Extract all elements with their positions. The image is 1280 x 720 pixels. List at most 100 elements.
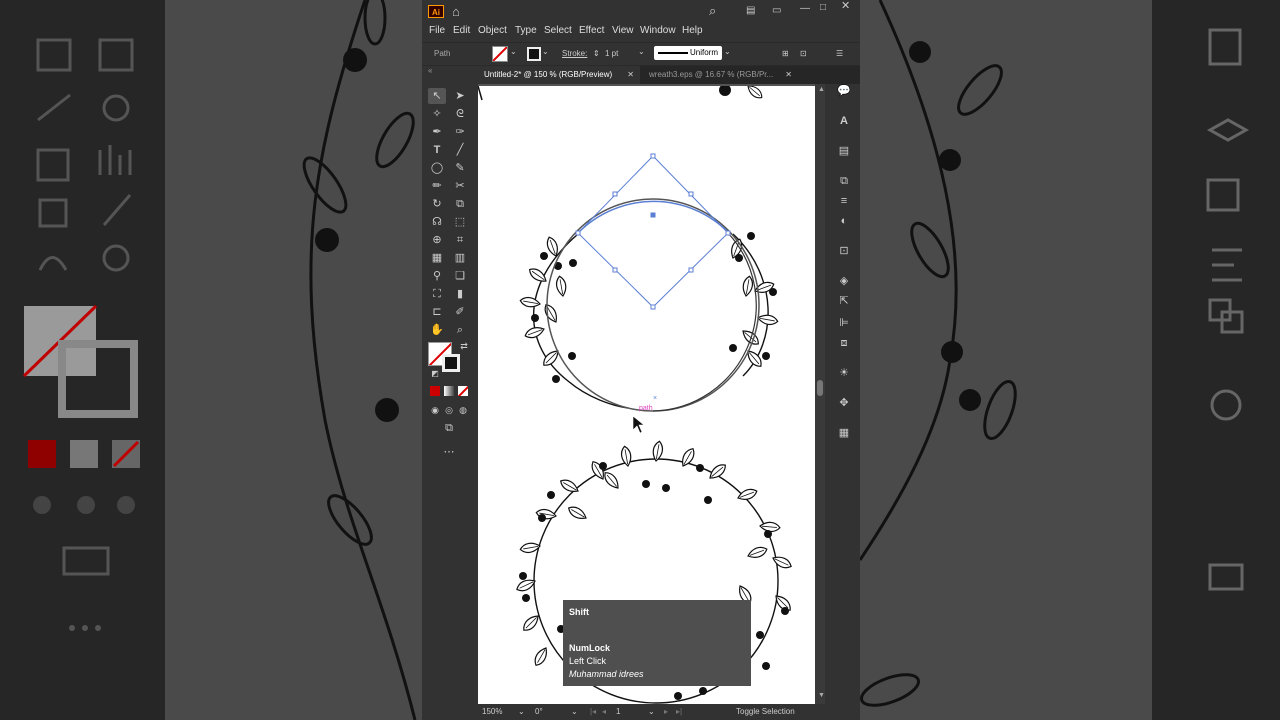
warp-tool-icon[interactable]: ☊ [428, 214, 446, 230]
color-mode-button[interactable] [430, 386, 440, 396]
tab-close-icon[interactable]: ✕ [627, 66, 634, 84]
artboard-dropdown-icon[interactable]: ⌄ [648, 707, 655, 716]
transparency-panel-icon[interactable]: ◐ [837, 214, 851, 228]
line-tool-icon[interactable]: ╱ [451, 142, 469, 158]
minimize-icon[interactable]: — [800, 2, 810, 15]
menu-file[interactable]: File [429, 25, 445, 36]
symbol-sprayer-tool-icon[interactable]: ⛶ [428, 286, 446, 302]
tab-wreath3[interactable]: wreath3.eps @ 16.67 % (RGB/Pr... ✕ [643, 66, 798, 84]
pen-tool-icon[interactable]: ✒ [428, 124, 446, 140]
previous-artboard-icon[interactable]: ◂ [602, 707, 606, 716]
last-artboard-icon[interactable]: ▸| [676, 707, 682, 716]
mesh-tool-icon[interactable]: ▦ [428, 250, 446, 266]
scroll-up-icon[interactable]: ▲ [818, 86, 825, 93]
stroke-color-box[interactable] [442, 354, 460, 372]
comments-icon[interactable]: 💬 [837, 84, 851, 98]
maximize-icon[interactable]: □ [820, 1, 826, 14]
character-panel-icon[interactable]: A [837, 114, 851, 128]
more-options-icon[interactable]: ☰ [836, 49, 843, 58]
gradient-tool-icon[interactable]: ▥ [451, 250, 469, 266]
rotation-dropdown-icon[interactable]: ⌄ [571, 707, 578, 716]
menu-object[interactable]: Object [478, 25, 507, 36]
scale-tool-icon[interactable]: ⧉ [451, 196, 469, 212]
rotate-tool-icon[interactable]: ↻ [428, 196, 446, 212]
collapse-toolbar-icon[interactable]: « [428, 66, 432, 75]
edit-toolbar-icon[interactable]: ⋯ [440, 444, 458, 460]
menu-help[interactable]: Help [682, 25, 703, 36]
none-mode-button[interactable] [458, 386, 468, 396]
default-colors-icon[interactable]: ◩ [426, 366, 444, 382]
rotation-value[interactable]: 0° [535, 707, 543, 716]
libraries-icon[interactable]: ▤ [837, 144, 851, 158]
align-panel-icon[interactable]: ⊫ [837, 316, 851, 330]
selection-bounding-box[interactable] [575, 153, 731, 310]
menu-effect[interactable]: Effect [579, 25, 604, 36]
stroke-panel-icon[interactable]: ≡ [837, 194, 851, 208]
direct-selection-tool-icon[interactable]: ➤ [451, 88, 469, 104]
curvature-tool-icon[interactable]: ✑ [451, 124, 469, 140]
screen-mode-icon[interactable]: ⧉ [440, 420, 458, 436]
paintbrush-tool-icon[interactable]: ✎ [451, 160, 469, 176]
ellipse-tool-icon[interactable]: ◯ [428, 160, 446, 176]
type-tool-icon[interactable]: T [428, 142, 446, 158]
pathfinder-icon[interactable]: ⧈ [837, 336, 851, 350]
shape-builder-tool-icon[interactable]: ⊕ [428, 232, 446, 248]
menu-window[interactable]: Window [640, 25, 676, 36]
tab-untitled-2[interactable]: Untitled-2* @ 150 % (RGB/Preview) ✕ [478, 66, 640, 84]
search-icon[interactable]: ⌕ [709, 4, 716, 17]
tab-close-icon[interactable]: ✕ [785, 66, 792, 84]
stroke-stepper-icon[interactable]: ⇕ [593, 49, 600, 58]
stroke-weight-dropdown-icon[interactable]: ⌄ [638, 47, 645, 56]
slice-tool-icon[interactable]: ✐ [451, 304, 469, 320]
align-icon[interactable]: ⊞ [782, 49, 789, 58]
gradient-mode-button[interactable] [444, 386, 454, 396]
artboard-number[interactable]: 1 [616, 707, 620, 716]
stroke-swatch[interactable] [527, 47, 541, 61]
vertical-scrollbar[interactable]: ▲ ▼ [815, 84, 825, 704]
next-artboard-icon[interactable]: ▸ [664, 707, 668, 716]
menu-select[interactable]: Select [544, 25, 572, 36]
swap-colors-icon[interactable]: ⇄ [455, 338, 473, 354]
close-icon[interactable]: ✕ [841, 0, 850, 13]
hand-tool-icon[interactable]: ✋ [428, 322, 446, 338]
fill-dropdown-icon[interactable]: ⌄ [510, 47, 517, 56]
zoom-tool-icon[interactable]: ⌕ [451, 322, 469, 338]
first-artboard-icon[interactable]: |◂ [590, 707, 596, 716]
menu-edit[interactable]: Edit [453, 25, 470, 36]
appearance-icon[interactable]: ☀ [837, 366, 851, 380]
fill-swatch[interactable] [492, 46, 508, 62]
magic-wand-tool-icon[interactable]: ✧ [428, 106, 446, 122]
workspace-icon[interactable]: ▭ [772, 4, 781, 17]
properties-icon[interactable]: ⊡ [837, 244, 851, 258]
zoom-dropdown-icon[interactable]: ⌄ [518, 707, 525, 716]
pencil-tool-icon[interactable]: ✏ [428, 178, 446, 194]
draw-inside-icon[interactable]: ◍ [454, 402, 472, 418]
zoom-level[interactable]: 150% [482, 707, 502, 716]
menu-type[interactable]: Type [515, 25, 537, 36]
blend-tool-icon[interactable]: ❏ [451, 268, 469, 284]
layers-icon[interactable]: ◈ [837, 274, 851, 288]
artboard-tool-icon[interactable]: ⊏ [428, 304, 446, 320]
stroke-weight-value[interactable]: 1 pt [605, 49, 618, 58]
stroke-label[interactable]: Stroke: [562, 49, 587, 58]
transform-icon[interactable]: ⊡ [800, 49, 807, 58]
asset-export-icon[interactable]: ⧉ [837, 174, 851, 188]
export-icon[interactable]: ⇱ [837, 294, 851, 308]
free-transform-tool-icon[interactable]: ⬚ [451, 214, 469, 230]
gradient-panel-icon[interactable]: ▦ [837, 426, 851, 440]
stroke-dropdown-icon[interactable]: ⌄ [542, 47, 549, 56]
scissors-tool-icon[interactable]: ✂ [451, 178, 469, 194]
selection-tool-icon[interactable]: ↖ [428, 88, 446, 104]
menu-view[interactable]: View [612, 25, 634, 36]
profile-dropdown-icon[interactable]: ⌄ [724, 47, 731, 56]
lasso-tool-icon[interactable]: ᘓ [451, 106, 469, 122]
scroll-down-icon[interactable]: ▼ [818, 692, 825, 699]
eyedropper-tool-icon[interactable]: ⚲ [428, 268, 446, 284]
puppet-warp-icon[interactable]: ✥ [837, 396, 851, 410]
arrange-documents-icon[interactable]: ▤ [746, 4, 755, 17]
variable-width-profile[interactable]: Uniform [654, 46, 722, 60]
scroll-thumb[interactable] [817, 380, 823, 396]
home-icon[interactable]: ⌂ [452, 5, 460, 18]
column-graph-tool-icon[interactable]: ▮ [451, 286, 469, 302]
perspective-grid-tool-icon[interactable]: ⌗ [451, 232, 469, 248]
